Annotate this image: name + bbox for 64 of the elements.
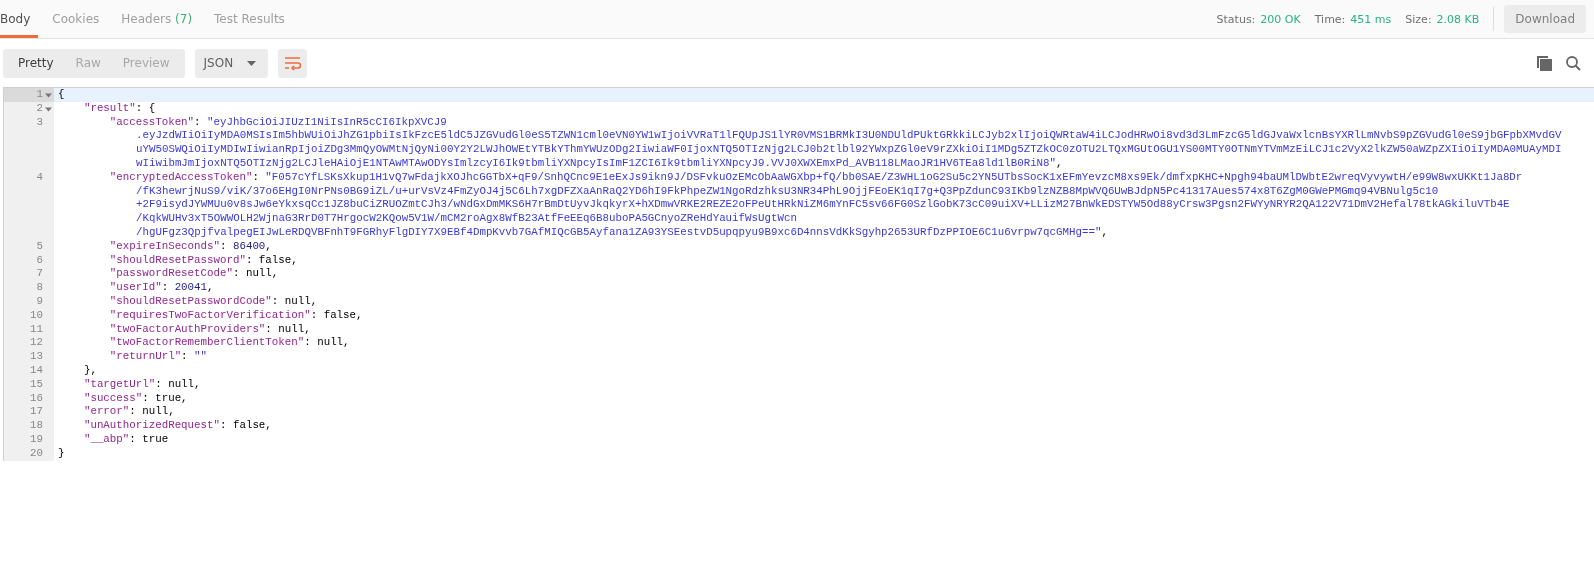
format-dropdown[interactable]: JSON — [194, 48, 269, 78]
line-number: 19 — [30, 432, 43, 447]
wrap-lines-button[interactable] — [278, 48, 308, 78]
code-line: "expireInSeconds": 86400, — [108, 239, 272, 254]
code-line: "passwordResetCode": null, — [108, 267, 279, 282]
line-number: 7 — [36, 267, 43, 282]
line-number: 11 — [30, 322, 43, 337]
code-line: "twoFactorRememberClientToken": null, — [108, 336, 350, 351]
code-line: "success": true, — [82, 391, 188, 406]
line-number: 10 — [30, 308, 43, 323]
stat-label: Time: — [1314, 12, 1346, 26]
line-number: 1 — [36, 88, 43, 102]
stat-label: Status: — [1216, 12, 1256, 26]
line-number: 9 — [36, 294, 43, 309]
line-number: 12 — [30, 336, 43, 351]
copy-icon — [1537, 55, 1552, 71]
line-number: 20 — [30, 446, 43, 461]
line-number: 14 — [30, 363, 43, 378]
code-line: { — [57, 88, 65, 102]
search-icon — [1566, 55, 1581, 71]
line-number: 16 — [30, 391, 43, 406]
line-number: 8 — [36, 281, 43, 295]
code-line: "shouldResetPasswordCode": null, — [108, 294, 318, 309]
code-line: "shouldResetPassword": false, — [108, 253, 298, 268]
line-number: 5 — [36, 239, 43, 254]
stat-label: Size: — [1405, 12, 1432, 26]
code-line: "requiresTwoFactorVerification": false, — [108, 308, 363, 323]
stat-value: 2.08 KB — [1436, 12, 1480, 26]
search-button[interactable] — [1564, 53, 1583, 73]
code-line: "targetUrl": null, — [82, 377, 201, 392]
response-tab[interactable]: Body — [0, 0, 39, 38]
code-line: "encryptedAccessToken": "F057cYfLSKsXkup1H1vQ7wFdajkXOJhcGGTbX+qF9/SnhQCnc9E1eExJs9ikn9J/DSFvkuOzEMcObAaWGXbp+fQ/bb0SAE/Z3WHL1oG2Su5c2YN5UTbsSocK1xEFmYevzcM8xs9Ek/dmfxpKHC+Npgh94baUMlDWbtE2wreqVyvywtH/e99W8wxUKKt1Ja8Dr /fK3hewrjNuS9/viK/37o6EHgI0NrPNs0BG9iZL/u+urVsVz4FmZyOJ4j5C6Lh7xgDFZXaAnRaQ2YD6hI9FkPhpeZW1NgoRdzhksU3NR34PhL9OjjFEoEK1qI7g+Q3PpZdunC93IKb9lzNZB8MpWVQ6UwBJdpN5Pc41317Aues574x8T6ZgM0GWePMGmq94VBNulg5c10 +2F9isydJYWMUu0v8sJw6eYkxsqCc1JZ8buCiZRUOZmtCJh3/wNdGxDmMKS6H7rBmDtUyvJkqkyrX+hXDmwVRKE2REZE2oFPeUtHRkNiZM6mYnFC5sv66FG0SzlGobK73cC09uiXV+LLizM27BnWkEDSTYW5Od88yCrsw3Pgsn2FWYyNRYR2QA122V71DmV2Hefal78tkAGkiluVTb4E /KqkWUHv3xT5OWWOLH2WjnaG3RrD0T7HrgocW2KQow5V1W/mCM2roAgx8WfB23AtfFeEEq6B8uboPA5GCnyoZReHdYauifWsUgtWcn /hgUFgz3QpjfvalpegEIJwLeRDQVBFnhT9FGRhyFlgDIY7X9EBf4DmpKvvb7GAfMIQcGB5Ayfana1ZA93YSEestvD5upqpyu9B9xc6D4nnsVdKkSgyhp2653URfDzPPIOE6C1u6vrpw7qcGMHg==", — [108, 170, 1523, 240]
code-line: "returnUrl": "" — [108, 350, 208, 364]
response-tab[interactable]: Test Results — [206, 0, 293, 38]
line-number: 4 — [36, 170, 43, 185]
code-line: } — [57, 446, 65, 461]
line-number: 6 — [36, 253, 43, 268]
line-number: 17 — [30, 405, 43, 420]
wrap-icon — [284, 55, 302, 71]
code-line: "unAuthorizedRequest": false, — [82, 419, 272, 433]
download-button[interactable]: Download — [1504, 5, 1586, 33]
stat-value: 451 ms — [1350, 12, 1392, 26]
caret-icon — [247, 60, 257, 66]
line-number: 3 — [36, 115, 43, 130]
response-tab[interactable]: Cookies — [44, 0, 108, 38]
code-line: "twoFactorAuthProviders": null, — [108, 322, 311, 337]
fold-caret-icon[interactable] — [45, 105, 52, 113]
response-tab[interactable]: Headers (7) — [113, 0, 201, 38]
code-line: }, — [82, 363, 97, 378]
view-mode-option[interactable]: Preview — [111, 56, 181, 70]
code-line: "accessToken": "eyJhbGciOiJIUzI1NiIsInR5cCI6IkpXVCJ9 .eyJzdWIiOiIyMDA0MSIsIm5hbWUiOiJhZG1pbiIsIkFzcE5ldC5JZGVudGl0eS5TZWN1cml0eVN0YW1wIjoiVVRaT1lFQUpJS1lYR0VMS1BRMkI3U0NDUldPUktGRkkiLCJyb2xlIjoiQWRtaW4iLCJodHRwOi8vd3d3LmFzcG5ldGJvaWxlcnBsYXRlLmNvbS9pZGVudGl0eS9jbGFpbXMvdGV uYW50SWQiOiIyMDIwIiwianRpIjoiZDg3MmQyOWMtNjQyNi00Y2Y2LWJhOWEtYTBkYThmYWUzODg2IiwiaWF0IjoxNTQ5OTIzNjg2LCJ0b2tlbl92YWxpZGl0eV9rZXkiOiI1MDg5ZTZkOC0zOTU2LTQxMGUtOGU1YS00MTY0OTNmYTVmMzEiLCJ1c2VyX2lkZW50aWZpZXIiOiIyMDA0MUAyMDI wIiwibmJmIjoxNTQ5OTIzNjg2LCJleHAiOjE1NTAwMTAwODYsImlzcyI6Ik9tbmliYXNpcyIsImF1ZCI6Ik9tbmliYXNpcyJ9.VVJ0XWXEmxPd_AVB118LMaoJR1HV6TEa8ld1lB0RiN8", — [108, 115, 1562, 171]
view-mode-option[interactable]: Raw — [64, 56, 112, 70]
line-number: 18 — [30, 419, 43, 433]
line-number: 15 — [30, 377, 43, 392]
view-mode-option[interactable]: Pretty — [7, 56, 65, 70]
stat-value: 200 OK — [1260, 12, 1301, 26]
code-line: "userId": 20041, — [108, 281, 214, 295]
line-number: 13 — [30, 350, 43, 364]
copy-button[interactable] — [1535, 53, 1554, 73]
fold-caret-icon[interactable] — [45, 92, 52, 99]
code-line: "__abp": true — [82, 432, 169, 447]
code-line: "error": null, — [82, 405, 175, 420]
line-number: 2 — [36, 101, 43, 116]
code-line: "result": { — [82, 101, 156, 116]
